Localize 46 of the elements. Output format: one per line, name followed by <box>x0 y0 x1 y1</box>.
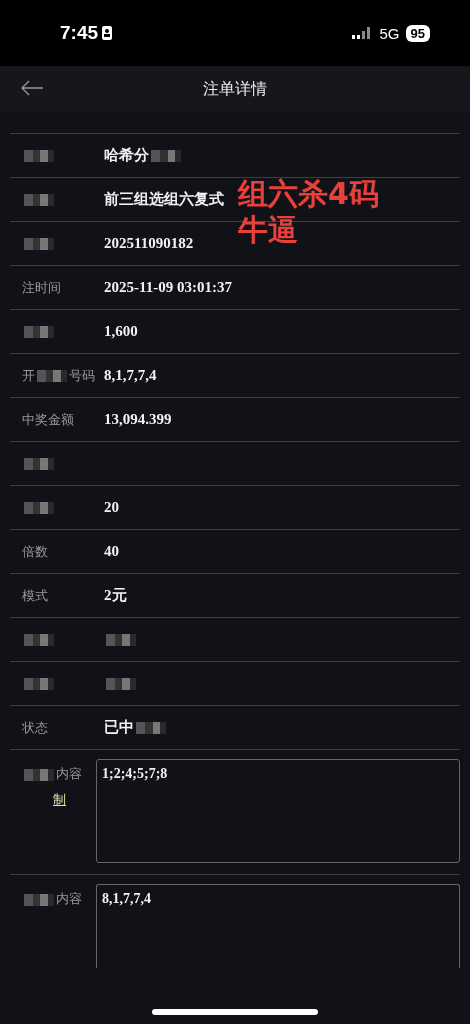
clock: 7:45 <box>60 22 99 44</box>
text: 注时间 <box>22 278 61 297</box>
text: 1,600 <box>104 323 138 340</box>
text: 号码 <box>69 366 95 385</box>
back-arrow-icon[interactable] <box>20 80 44 96</box>
mosaic-mark <box>106 677 136 690</box>
text: 模式 <box>22 586 48 605</box>
mosaic-mark <box>24 677 54 690</box>
battery-icon: 95 <box>405 24 430 42</box>
mosaic-mark <box>106 633 136 646</box>
text: 中奖金额 <box>22 410 74 429</box>
text: 202511090182 <box>104 235 194 252</box>
text: 前三组选组六复式 <box>104 190 224 209</box>
mosaic-mark <box>24 893 54 906</box>
mosaic-mark <box>24 325 54 338</box>
text: 8,1,7,7,4 <box>104 367 157 384</box>
mosaic-mark <box>24 501 54 514</box>
text: 20 <box>104 499 119 516</box>
person-card-icon <box>102 26 113 40</box>
content-box: 1;2;4;5;7;8 <box>96 759 460 863</box>
text: 40 <box>104 543 119 560</box>
text: 已中 <box>104 718 134 737</box>
mosaic-mark <box>24 237 54 250</box>
annotation-text: 组六杀4码 <box>238 176 379 212</box>
text: 13,094.399 <box>104 411 172 428</box>
text: 2元 <box>104 586 127 605</box>
network-label: 5G <box>379 24 400 42</box>
link[interactable]: 制 <box>53 791 66 809</box>
mosaic-mark <box>151 149 181 162</box>
mosaic-mark <box>24 149 54 162</box>
text: 2025-11-09 03:01:37 <box>104 279 232 296</box>
text: 倍数 <box>22 542 48 561</box>
mosaic-mark <box>24 633 54 646</box>
mosaic-mark <box>37 369 67 382</box>
annotation-text: 牛逼 <box>238 212 298 248</box>
mosaic-mark <box>24 768 54 781</box>
mosaic-mark <box>24 193 54 206</box>
text: 开 <box>22 366 35 385</box>
text: 内容 <box>56 766 82 781</box>
page-title: 注单详情 <box>203 78 267 100</box>
mosaic-mark <box>24 457 54 470</box>
text: 状态 <box>22 718 48 737</box>
mosaic-mark <box>136 721 166 734</box>
content-box: 8,1,7,7,4 <box>96 884 460 968</box>
text: 哈希分 <box>104 146 149 165</box>
text: 内容 <box>56 891 82 906</box>
